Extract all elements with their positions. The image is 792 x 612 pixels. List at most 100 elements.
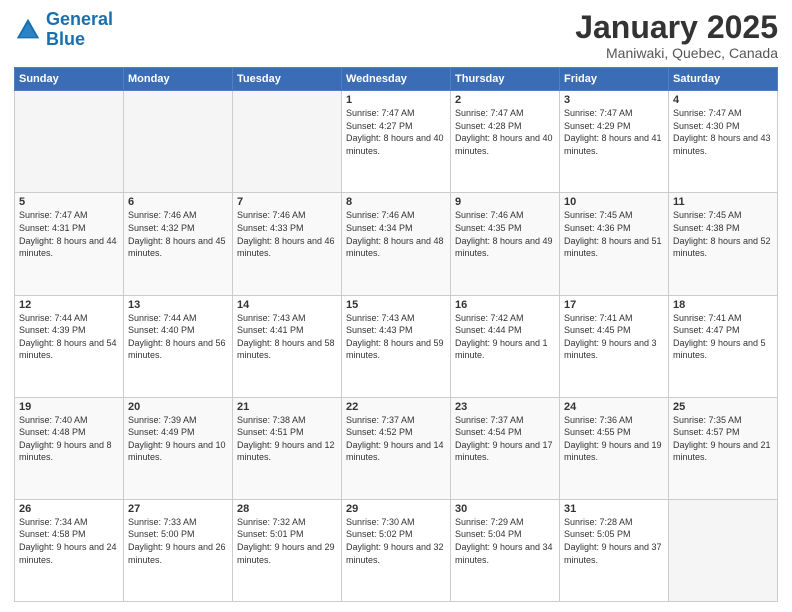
day-number: 7 — [237, 196, 337, 208]
day-number: 14 — [237, 299, 337, 311]
day-cell-8: 8Sunrise: 7:46 AMSunset: 4:34 PMDaylight… — [342, 193, 451, 295]
weekday-header-wednesday: Wednesday — [342, 68, 451, 91]
day-info: Sunrise: 7:45 AMSunset: 4:38 PMDaylight:… — [673, 209, 773, 259]
day-cell-20: 20Sunrise: 7:39 AMSunset: 4:49 PMDayligh… — [124, 397, 233, 499]
day-cell-14: 14Sunrise: 7:43 AMSunset: 4:41 PMDayligh… — [233, 295, 342, 397]
day-info: Sunrise: 7:34 AMSunset: 4:58 PMDaylight:… — [19, 516, 119, 566]
day-info: Sunrise: 7:47 AMSunset: 4:31 PMDaylight:… — [19, 209, 119, 259]
day-info: Sunrise: 7:29 AMSunset: 5:04 PMDaylight:… — [455, 516, 555, 566]
day-info: Sunrise: 7:44 AMSunset: 4:40 PMDaylight:… — [128, 312, 228, 362]
day-number: 1 — [346, 94, 446, 106]
day-info: Sunrise: 7:40 AMSunset: 4:48 PMDaylight:… — [19, 414, 119, 464]
title-area: January 2025 Maniwaki, Quebec, Canada — [575, 10, 778, 61]
day-number: 8 — [346, 196, 446, 208]
day-number: 15 — [346, 299, 446, 311]
day-cell-24: 24Sunrise: 7:36 AMSunset: 4:55 PMDayligh… — [560, 397, 669, 499]
day-cell-27: 27Sunrise: 7:33 AMSunset: 5:00 PMDayligh… — [124, 499, 233, 601]
day-number: 5 — [19, 196, 119, 208]
day-cell-29: 29Sunrise: 7:30 AMSunset: 5:02 PMDayligh… — [342, 499, 451, 601]
logo-icon — [14, 16, 42, 44]
day-number: 30 — [455, 503, 555, 515]
day-number: 25 — [673, 401, 773, 413]
day-number: 6 — [128, 196, 228, 208]
day-cell-1: 1Sunrise: 7:47 AMSunset: 4:27 PMDaylight… — [342, 91, 451, 193]
logo-line1: General — [46, 9, 113, 29]
day-cell-15: 15Sunrise: 7:43 AMSunset: 4:43 PMDayligh… — [342, 295, 451, 397]
day-number: 18 — [673, 299, 773, 311]
day-cell-17: 17Sunrise: 7:41 AMSunset: 4:45 PMDayligh… — [560, 295, 669, 397]
day-cell-3: 3Sunrise: 7:47 AMSunset: 4:29 PMDaylight… — [560, 91, 669, 193]
day-info: Sunrise: 7:41 AMSunset: 4:45 PMDaylight:… — [564, 312, 664, 362]
day-info: Sunrise: 7:42 AMSunset: 4:44 PMDaylight:… — [455, 312, 555, 362]
day-cell-18: 18Sunrise: 7:41 AMSunset: 4:47 PMDayligh… — [669, 295, 778, 397]
day-info: Sunrise: 7:37 AMSunset: 4:52 PMDaylight:… — [346, 414, 446, 464]
day-number: 29 — [346, 503, 446, 515]
day-info: Sunrise: 7:41 AMSunset: 4:47 PMDaylight:… — [673, 312, 773, 362]
day-info: Sunrise: 7:32 AMSunset: 5:01 PMDaylight:… — [237, 516, 337, 566]
week-row-3: 12Sunrise: 7:44 AMSunset: 4:39 PMDayligh… — [15, 295, 778, 397]
empty-cell — [669, 499, 778, 601]
day-number: 12 — [19, 299, 119, 311]
day-number: 17 — [564, 299, 664, 311]
day-info: Sunrise: 7:46 AMSunset: 4:32 PMDaylight:… — [128, 209, 228, 259]
day-cell-31: 31Sunrise: 7:28 AMSunset: 5:05 PMDayligh… — [560, 499, 669, 601]
day-info: Sunrise: 7:43 AMSunset: 4:43 PMDaylight:… — [346, 312, 446, 362]
day-number: 31 — [564, 503, 664, 515]
day-cell-12: 12Sunrise: 7:44 AMSunset: 4:39 PMDayligh… — [15, 295, 124, 397]
day-info: Sunrise: 7:47 AMSunset: 4:27 PMDaylight:… — [346, 107, 446, 157]
day-number: 13 — [128, 299, 228, 311]
day-number: 16 — [455, 299, 555, 311]
day-cell-23: 23Sunrise: 7:37 AMSunset: 4:54 PMDayligh… — [451, 397, 560, 499]
day-cell-30: 30Sunrise: 7:29 AMSunset: 5:04 PMDayligh… — [451, 499, 560, 601]
day-cell-21: 21Sunrise: 7:38 AMSunset: 4:51 PMDayligh… — [233, 397, 342, 499]
calendar-table: SundayMondayTuesdayWednesdayThursdayFrid… — [14, 67, 778, 602]
day-cell-7: 7Sunrise: 7:46 AMSunset: 4:33 PMDaylight… — [233, 193, 342, 295]
day-info: Sunrise: 7:28 AMSunset: 5:05 PMDaylight:… — [564, 516, 664, 566]
day-info: Sunrise: 7:30 AMSunset: 5:02 PMDaylight:… — [346, 516, 446, 566]
day-cell-19: 19Sunrise: 7:40 AMSunset: 4:48 PMDayligh… — [15, 397, 124, 499]
day-cell-22: 22Sunrise: 7:37 AMSunset: 4:52 PMDayligh… — [342, 397, 451, 499]
day-number: 21 — [237, 401, 337, 413]
day-number: 19 — [19, 401, 119, 413]
day-cell-26: 26Sunrise: 7:34 AMSunset: 4:58 PMDayligh… — [15, 499, 124, 601]
day-cell-2: 2Sunrise: 7:47 AMSunset: 4:28 PMDaylight… — [451, 91, 560, 193]
day-info: Sunrise: 7:38 AMSunset: 4:51 PMDaylight:… — [237, 414, 337, 464]
logo-text: General Blue — [46, 10, 113, 50]
weekday-header-sunday: Sunday — [15, 68, 124, 91]
empty-cell — [15, 91, 124, 193]
day-number: 20 — [128, 401, 228, 413]
day-number: 10 — [564, 196, 664, 208]
day-cell-25: 25Sunrise: 7:35 AMSunset: 4:57 PMDayligh… — [669, 397, 778, 499]
day-number: 28 — [237, 503, 337, 515]
logo-line2: Blue — [46, 29, 85, 49]
day-info: Sunrise: 7:36 AMSunset: 4:55 PMDaylight:… — [564, 414, 664, 464]
day-cell-11: 11Sunrise: 7:45 AMSunset: 4:38 PMDayligh… — [669, 193, 778, 295]
page-header: General Blue January 2025 Maniwaki, Queb… — [14, 10, 778, 61]
week-row-1: 1Sunrise: 7:47 AMSunset: 4:27 PMDaylight… — [15, 91, 778, 193]
day-number: 23 — [455, 401, 555, 413]
day-number: 11 — [673, 196, 773, 208]
day-info: Sunrise: 7:33 AMSunset: 5:00 PMDaylight:… — [128, 516, 228, 566]
empty-cell — [124, 91, 233, 193]
day-number: 22 — [346, 401, 446, 413]
day-info: Sunrise: 7:46 AMSunset: 4:34 PMDaylight:… — [346, 209, 446, 259]
week-row-4: 19Sunrise: 7:40 AMSunset: 4:48 PMDayligh… — [15, 397, 778, 499]
calendar-title: January 2025 — [575, 10, 778, 45]
day-number: 2 — [455, 94, 555, 106]
weekday-header-thursday: Thursday — [451, 68, 560, 91]
day-number: 27 — [128, 503, 228, 515]
weekday-header-monday: Monday — [124, 68, 233, 91]
day-number: 3 — [564, 94, 664, 106]
day-info: Sunrise: 7:46 AMSunset: 4:33 PMDaylight:… — [237, 209, 337, 259]
day-cell-9: 9Sunrise: 7:46 AMSunset: 4:35 PMDaylight… — [451, 193, 560, 295]
day-cell-13: 13Sunrise: 7:44 AMSunset: 4:40 PMDayligh… — [124, 295, 233, 397]
day-info: Sunrise: 7:47 AMSunset: 4:28 PMDaylight:… — [455, 107, 555, 157]
day-number: 9 — [455, 196, 555, 208]
day-cell-6: 6Sunrise: 7:46 AMSunset: 4:32 PMDaylight… — [124, 193, 233, 295]
weekday-header-tuesday: Tuesday — [233, 68, 342, 91]
day-info: Sunrise: 7:47 AMSunset: 4:30 PMDaylight:… — [673, 107, 773, 157]
day-cell-4: 4Sunrise: 7:47 AMSunset: 4:30 PMDaylight… — [669, 91, 778, 193]
day-info: Sunrise: 7:46 AMSunset: 4:35 PMDaylight:… — [455, 209, 555, 259]
week-row-5: 26Sunrise: 7:34 AMSunset: 4:58 PMDayligh… — [15, 499, 778, 601]
calendar-subtitle: Maniwaki, Quebec, Canada — [575, 45, 778, 61]
